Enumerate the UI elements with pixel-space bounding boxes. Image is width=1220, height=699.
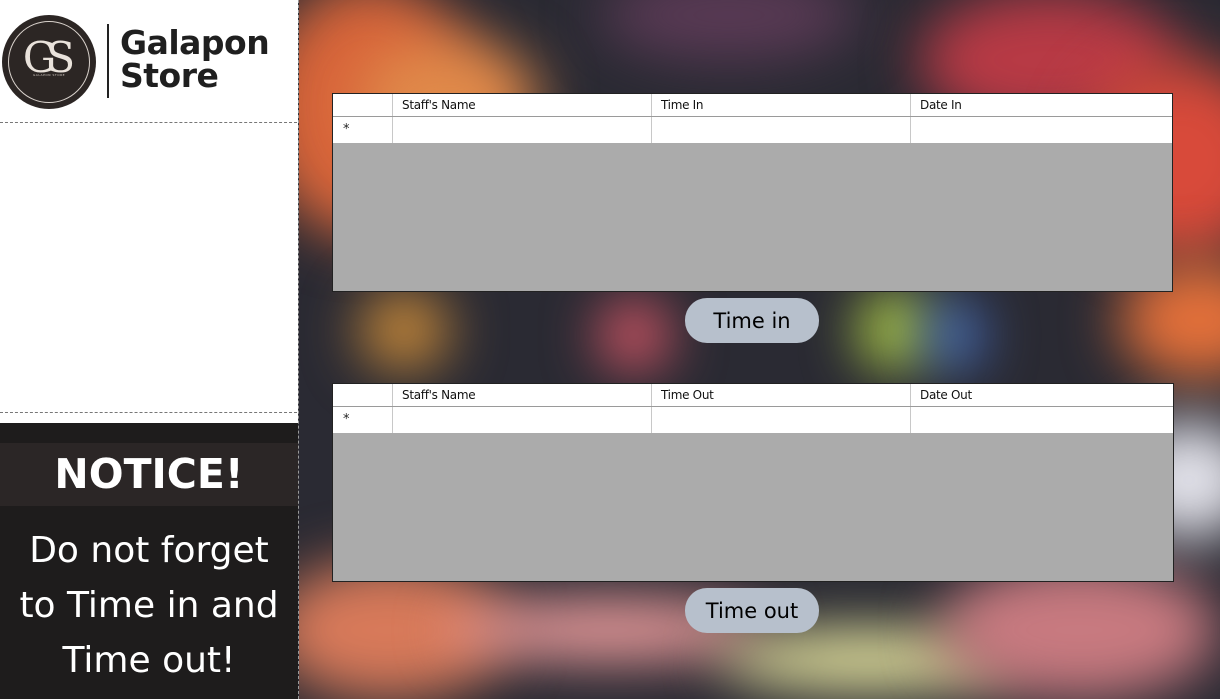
sidebar-divider — [0, 412, 297, 413]
sidebar-divider — [0, 122, 297, 123]
brand-name-line1: Galapon — [120, 23, 270, 62]
notice-message: Do not forget to Time in and Time out! — [0, 523, 298, 688]
date-in-cell[interactable] — [911, 117, 1174, 143]
time-in-cell[interactable] — [652, 117, 911, 143]
notice-line: Do not forget — [29, 530, 269, 571]
column-header-staff-name[interactable]: Staff's Name — [393, 384, 652, 406]
notice-line: to Time in and — [19, 585, 279, 626]
notice-panel: NOTICE! Do not forget to Time in and Tim… — [0, 423, 298, 699]
new-row[interactable]: * — [333, 117, 1172, 143]
brand-name-line2: Store — [120, 56, 219, 95]
column-header-date-in[interactable]: Date In — [911, 94, 1174, 116]
notice-title: NOTICE! — [0, 443, 298, 506]
column-header-time-in[interactable]: Time In — [652, 94, 911, 116]
new-row-marker: * — [333, 117, 393, 143]
new-row-marker: * — [333, 407, 393, 433]
new-row[interactable]: * — [333, 407, 1173, 433]
brand-name: Galapon Store — [120, 26, 290, 92]
main-panel: Staff's Name Time In Date In * Time in S… — [298, 0, 1220, 699]
time-in-grid[interactable]: Staff's Name Time In Date In * — [332, 93, 1173, 292]
column-header-date-out[interactable]: Date Out — [911, 384, 1175, 406]
notice-line: Time out! — [62, 640, 236, 681]
column-header-time-out[interactable]: Time Out — [652, 384, 911, 406]
logo: GS GALAPON STORE Galapon Store — [0, 0, 298, 122]
grid-header: Staff's Name Time Out Date Out — [333, 384, 1173, 407]
sidebar: GS GALAPON STORE Galapon Store NOTICE! D… — [0, 0, 298, 699]
time-out-button[interactable]: Time out — [685, 588, 819, 633]
logo-badge: GS GALAPON STORE — [2, 15, 96, 109]
staff-name-cell[interactable] — [393, 407, 652, 433]
time-out-grid[interactable]: Staff's Name Time Out Date Out * — [332, 383, 1174, 582]
grid-header: Staff's Name Time In Date In — [333, 94, 1172, 117]
date-out-cell[interactable] — [911, 407, 1175, 433]
logo-caption: GALAPON STORE — [32, 73, 66, 77]
row-header-column — [333, 384, 393, 406]
logo-divider — [107, 24, 109, 98]
column-header-staff-name[interactable]: Staff's Name — [393, 94, 652, 116]
time-in-button[interactable]: Time in — [685, 298, 819, 343]
time-out-cell[interactable] — [652, 407, 911, 433]
row-header-column — [333, 94, 393, 116]
staff-name-cell[interactable] — [393, 117, 652, 143]
